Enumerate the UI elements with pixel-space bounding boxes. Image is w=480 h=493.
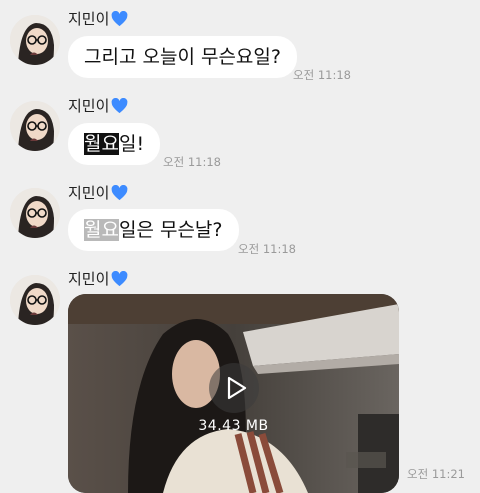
play-button[interactable] xyxy=(209,363,259,413)
timestamp: 오전 11:21 xyxy=(407,467,465,481)
blue-heart-icon xyxy=(112,97,128,113)
highlighted-text: 월요 xyxy=(84,219,119,241)
message-bubble[interactable]: 월요일! xyxy=(68,123,161,165)
avatar[interactable] xyxy=(10,275,60,325)
avatar[interactable] xyxy=(10,101,60,151)
message-text: 일! xyxy=(118,133,145,155)
avatar[interactable] xyxy=(10,15,60,65)
sender-name: 지민이 xyxy=(68,182,128,203)
play-icon xyxy=(227,376,247,400)
timestamp: 오전 11:18 xyxy=(163,155,221,169)
message-bubble[interactable]: 그리고 오늘이 무슨요일? xyxy=(68,36,297,78)
message-text: 그리고 오늘이 무슨요일? xyxy=(84,46,281,68)
video-file-size: 34.43 MB xyxy=(198,418,269,434)
blue-heart-icon xyxy=(112,184,128,200)
sender-name: 지민이 xyxy=(68,268,128,289)
sender-name: 지민이 xyxy=(68,95,128,116)
message-text: 일은 무슨날? xyxy=(118,219,223,241)
timestamp: 오전 11:18 xyxy=(293,68,351,82)
blue-heart-icon xyxy=(112,270,128,286)
highlighted-text: 월요 xyxy=(84,133,119,155)
message-bubble[interactable]: 월요일은 무슨날? xyxy=(68,209,239,251)
sender-name: 지민이 xyxy=(68,8,128,29)
avatar[interactable] xyxy=(10,188,60,238)
blue-heart-icon xyxy=(112,10,128,26)
timestamp: 오전 11:18 xyxy=(238,242,296,256)
